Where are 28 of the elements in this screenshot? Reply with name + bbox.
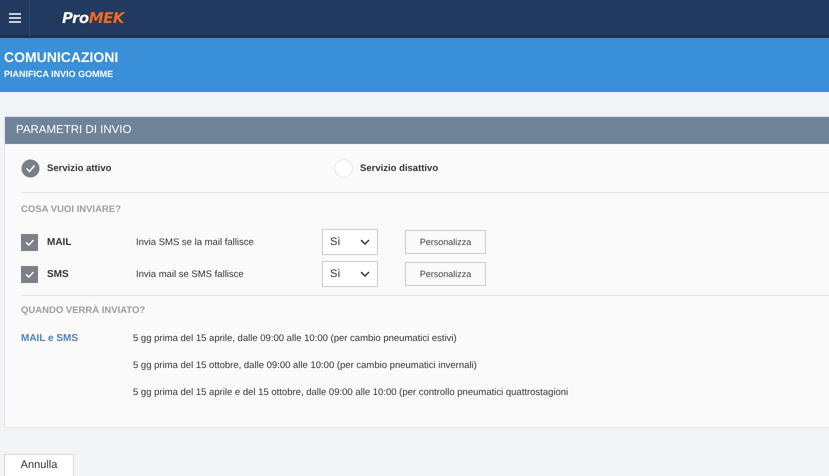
fallback-label: Invia mail se SMS fallisce — [136, 268, 245, 280]
panel-header: PARAMETRI DI INVIO — [5, 117, 829, 144]
checkbox[interactable] — [21, 266, 38, 282]
customize-button[interactable]: Personalizza — [405, 230, 486, 254]
cancel-button[interactable]: Annulla — [4, 454, 74, 476]
radio-label: Servizio disattivo — [360, 162, 438, 174]
menu-icon[interactable] — [8, 12, 20, 22]
fallback-label: Invia SMS se la mail fallisce — [136, 236, 255, 248]
channel-name: SMS — [47, 268, 70, 280]
chevron-icon — [360, 271, 370, 277]
schedule-text: 5 gg prima del 15 aprile, dalle 09:00 alle 10:00 (per cambio pneumatici estivi) — [133, 333, 457, 344]
page-title: COMUNICAZIONI — [4, 49, 118, 65]
radio-button[interactable] — [334, 158, 353, 178]
schedule-text: 5 gg prima del 15 aprile e del 15 ottobre, dalle 09:00 alle 10:00 (per controllo pneumatici quattrostagioni — [133, 387, 568, 398]
channel-name: MAIL — [47, 236, 72, 248]
fallback-select[interactable]: Sì — [322, 229, 378, 255]
checkbox[interactable] — [21, 234, 38, 250]
chevron-icon — [360, 239, 370, 245]
section-heading: QUANDO VERRÀ INVIATO? — [21, 305, 146, 316]
schedule-text: 5 gg prima del 15 ottobre, dalle 09:00 alle 10:00 (per cambio pneumatici invernali) — [133, 360, 477, 371]
radio-label: Servizio attivo — [47, 162, 112, 174]
radio-button[interactable] — [21, 158, 40, 178]
page-subtitle: PIANIFICA INVIO GOMME — [4, 69, 114, 79]
channel-label: MAIL e SMS — [21, 333, 78, 344]
logo: ProMEK — [62, 8, 124, 26]
fallback-select[interactable]: Sì — [322, 261, 378, 287]
section-heading: COSA VUOI INVIARE? — [21, 204, 121, 215]
customize-button[interactable]: Personalizza — [405, 262, 486, 286]
